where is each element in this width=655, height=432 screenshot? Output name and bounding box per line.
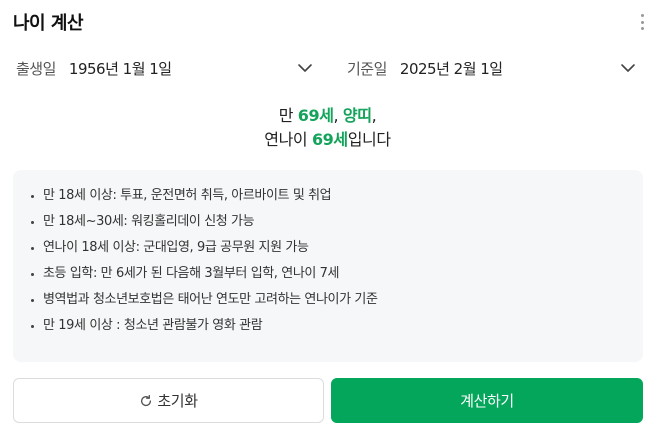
info-box: 만 18세 이상: 투표, 운전면허 취득, 아르바이트 및 취업 만 18세~… <box>13 170 643 362</box>
reset-button-label: 초기화 <box>157 392 198 410</box>
korean-age-prefix: 연나이 <box>264 130 312 149</box>
age-result: 만 69세, 양띠, 연나이 69세입니다 <box>0 104 655 152</box>
base-date-label: 기준일 <box>347 59 387 78</box>
result-separator: , <box>333 106 343 125</box>
korean-age-suffix: 입니다 <box>347 130 391 149</box>
result-prefix: 만 <box>278 106 298 125</box>
header: 나이 계산 <box>0 0 655 40</box>
calculate-button[interactable]: 계산하기 <box>331 378 643 423</box>
zodiac-sign: 양띠 <box>342 106 372 125</box>
calculate-button-label: 계산하기 <box>460 392 514 410</box>
base-date-value: 2025년 2월 1일 <box>399 59 503 78</box>
info-list: 만 18세 이상: 투표, 운전면허 취득, 아르바이트 및 취업 만 18세~… <box>31 188 643 344</box>
chevron-down-icon <box>298 64 312 72</box>
info-item: 만 18세 이상: 투표, 운전면허 취득, 아르바이트 및 취업 <box>31 188 643 214</box>
more-vertical-icon[interactable] <box>641 14 645 30</box>
birth-date-select[interactable]: 출생일 1956년 1월 1일 <box>16 48 319 88</box>
info-item: 연나이 18세 이상: 군대입영, 9급 공무원 지원 가능 <box>31 240 643 266</box>
international-age: 69세 <box>297 106 334 125</box>
korean-age: 69세 <box>311 130 348 149</box>
info-item: 병역법과 청소년보호법은 태어난 연도만 고려하는 연나이가 기준 <box>31 292 643 318</box>
page-title: 나이 계산 <box>13 13 84 34</box>
info-item: 초등 입학: 만 6세가 된 다음해 3월부터 입학, 연나이 7세 <box>31 266 643 292</box>
result-line-1: 만 69세, 양띠, <box>0 104 655 128</box>
info-item: 만 18세~30세: 워킹홀리데이 신청 가능 <box>31 214 643 240</box>
info-item: 만 19세 이상 : 청소년 관람불가 영화 관람 <box>31 318 643 344</box>
result-line-2: 연나이 69세입니다 <box>0 128 655 152</box>
result-suffix: , <box>371 106 377 125</box>
base-date-select[interactable]: 기준일 2025년 2월 1일 <box>347 48 642 88</box>
birth-date-label: 출생일 <box>16 59 56 78</box>
chevron-down-icon <box>621 64 635 72</box>
reset-button[interactable]: 초기화 <box>13 378 324 423</box>
refresh-icon <box>141 394 152 406</box>
birth-date-value: 1956년 1월 1일 <box>68 59 172 78</box>
